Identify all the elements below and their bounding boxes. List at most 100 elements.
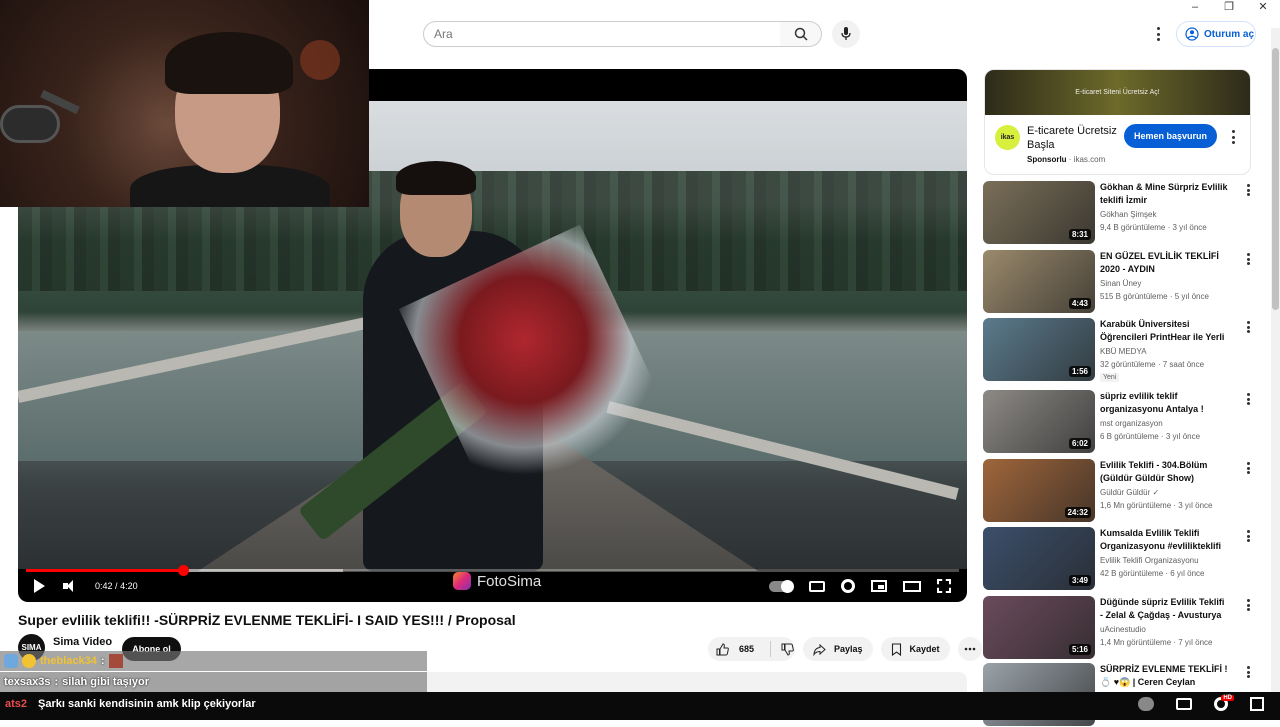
recommended-video-channel[interactable]: Güldür Güldür ✓ xyxy=(1100,488,1159,497)
time-total: 4:20 xyxy=(120,581,138,591)
hd-badge: HD xyxy=(1221,695,1234,701)
subtitles-icon[interactable] xyxy=(809,580,825,592)
time-separator: / xyxy=(115,581,118,591)
video-duration: 4:43 xyxy=(1068,298,1091,309)
recommended-video-channel[interactable]: Gökhan Şimşek xyxy=(1100,210,1156,219)
scrollbar-thumb[interactable] xyxy=(1272,48,1279,310)
video-menu-button[interactable] xyxy=(1244,599,1252,611)
more-horizontal-icon xyxy=(964,647,975,651)
search-input[interactable]: Ara xyxy=(423,21,781,47)
voice-search-button[interactable] xyxy=(832,20,860,48)
video-thumbnail[interactable]: 24:32 xyxy=(983,459,1095,522)
share-button[interactable]: Paylaş xyxy=(803,637,873,661)
video-duration: 5:16 xyxy=(1068,644,1091,655)
more-actions-button[interactable] xyxy=(957,637,982,661)
bottom-chat-username: ats2 xyxy=(5,698,28,710)
thumbs-up-icon[interactable] xyxy=(716,642,729,656)
autoplay-toggle[interactable] xyxy=(769,579,794,593)
signin-label: Oturum aç xyxy=(1204,28,1255,40)
video-duration: 8:31 xyxy=(1068,229,1091,240)
recommended-video-meta: 32 görüntüleme · 7 saat önce xyxy=(1100,360,1205,369)
gear-icon[interactable] xyxy=(841,579,855,593)
fullscreen-icon[interactable] xyxy=(937,579,951,593)
recommended-video[interactable]: 8:31 Gökhan & Mine Sürpriz Evlilik teklif… xyxy=(983,181,1253,245)
new-badge: Yeni xyxy=(1100,373,1120,382)
window-controls: – ❐ ✕ xyxy=(1178,0,1280,14)
sponsored-ad[interactable]: E-ticaret Siteni Ücretsiz Aç! ikas E-tic… xyxy=(984,69,1251,175)
ad-title[interactable]: E-ticarete Ücretsiz Başla xyxy=(1027,124,1117,152)
like-count[interactable]: 685 xyxy=(739,644,754,654)
ad-menu-button[interactable] xyxy=(1228,130,1238,144)
recommended-video-title[interactable]: Karabük Üniversitesi Öğrencileri PrintHe… xyxy=(1100,318,1228,344)
miniplayer-icon[interactable] xyxy=(871,580,887,592)
video-menu-button[interactable] xyxy=(1244,393,1252,405)
recommended-video-channel[interactable]: uAcinestudio xyxy=(1100,625,1146,634)
video-thumbnail[interactable]: 8:31 xyxy=(983,181,1095,244)
webcam-lamp xyxy=(300,40,340,80)
video-thumbnail[interactable]: 4:43 xyxy=(983,250,1095,313)
recommended-video-channel[interactable]: mst organizasyon xyxy=(1100,419,1163,428)
webcam-overlay xyxy=(0,0,369,207)
recommended-video-title[interactable]: Düğünde süpriz Evlilik Teklifi - Zelal &… xyxy=(1100,596,1228,622)
progress-bar[interactable] xyxy=(26,565,959,576)
ad-cta-button[interactable]: Hemen başvurun xyxy=(1124,124,1217,148)
pause-icon[interactable] xyxy=(1138,697,1154,711)
ad-meta: Sponsorlu · ikas.com xyxy=(1027,155,1105,164)
signin-button[interactable]: Oturum aç xyxy=(1176,21,1256,47)
webcam-microphone xyxy=(0,105,60,143)
save-button[interactable]: Kaydet xyxy=(880,637,950,661)
chat-emote-icon xyxy=(108,654,123,668)
recommended-video-title[interactable]: Kumsalda Evlilik Teklifi Organizasyonu #… xyxy=(1100,527,1228,553)
recommended-video[interactable]: 24:32 Evlilik Teklifi - 304.Bölüm (Güldür… xyxy=(983,459,1253,523)
chat-username: theblack34 xyxy=(40,655,97,667)
volume-icon[interactable] xyxy=(63,580,77,592)
video-menu-button[interactable] xyxy=(1244,666,1252,678)
account-icon xyxy=(1185,27,1199,41)
recommended-video-channel[interactable]: KBÜ MEDYA xyxy=(1100,347,1147,356)
search-button[interactable] xyxy=(780,21,822,47)
recommended-video-channel[interactable]: Sinan Üney xyxy=(1100,279,1141,288)
page-scrollbar[interactable] xyxy=(1271,28,1280,692)
exit-fullscreen-icon[interactable] xyxy=(1250,697,1264,711)
video-thumbnail[interactable]: 1:56 xyxy=(983,318,1095,381)
video-thumbnail[interactable]: 6:02 xyxy=(983,390,1095,453)
recommended-video-title[interactable]: EN GÜZEL EVLİLİK TEKLİFİ 2020 - AYDIN xyxy=(1100,250,1228,276)
recommended-video-title[interactable]: SÜRPRİZ EVLENME TEKLİFİ ! 💍 ♥😱 | Ceren C… xyxy=(1100,663,1228,689)
video-menu-button[interactable] xyxy=(1244,530,1252,542)
recommended-video-title[interactable]: Evlilik Teklifi - 304.Bölüm (Güldür Güld… xyxy=(1100,459,1228,485)
recommended-video-title[interactable]: süpriz evlilik teklif organizasyonu Anta… xyxy=(1100,390,1228,416)
play-icon[interactable] xyxy=(34,579,45,593)
recommended-video[interactable]: 4:43 EN GÜZEL EVLİLİK TEKLİFİ 2020 - AYDI… xyxy=(983,250,1253,314)
recommended-video-meta: 1,4 Mn görüntüleme · 7 yıl önce xyxy=(1100,638,1213,647)
video-menu-button[interactable] xyxy=(1244,184,1252,196)
restore-button[interactable]: ❐ xyxy=(1212,0,1246,14)
player-controls: 0:42 / 4:20 xyxy=(18,575,967,597)
recommended-video-meta: 515 B görüntüleme · 5 yıl önce xyxy=(1100,292,1209,301)
recommended-video-channel[interactable]: Evlilik Teklifi Organizasyonu xyxy=(1100,556,1199,565)
video-menu-button[interactable] xyxy=(1244,253,1252,265)
video-duration: 6:02 xyxy=(1068,438,1091,449)
webcam-person-hair xyxy=(165,32,293,94)
close-button[interactable]: ✕ xyxy=(1246,0,1280,14)
gear-icon[interactable]: HD xyxy=(1214,695,1234,711)
recommended-video[interactable]: 1:56 Karabük Üniversitesi Öğrencileri Pri… xyxy=(983,318,1253,382)
video-thumbnail[interactable]: 3:49 xyxy=(983,527,1095,590)
theater-mode-icon[interactable] xyxy=(903,580,921,592)
recommended-video-title[interactable]: Gökhan & Mine Sürpriz Evlilik teklifi İz… xyxy=(1100,181,1228,207)
minimize-button[interactable]: – xyxy=(1178,0,1212,14)
thumbs-down-icon[interactable] xyxy=(781,643,794,656)
video-menu-button[interactable] xyxy=(1244,462,1252,474)
ad-banner[interactable]: E-ticaret Siteni Ücretsiz Aç! xyxy=(985,70,1250,115)
like-divider xyxy=(770,641,772,657)
video-menu-button[interactable] xyxy=(1244,321,1252,333)
video-thumbnail[interactable]: 5:16 xyxy=(983,596,1095,659)
subtitles-icon[interactable] xyxy=(1176,698,1192,710)
recommended-video[interactable]: 6:02 süpriz evlilik teklif organizasyonu … xyxy=(983,390,1253,454)
chat-text: silah gibi taşıyor xyxy=(62,676,149,688)
settings-menu-button[interactable] xyxy=(1152,24,1164,44)
channel-name[interactable]: Sima Video xyxy=(53,636,112,648)
recommended-video-meta: 1,6 Mn görüntüleme · 3 yıl önce xyxy=(1100,501,1213,510)
recommended-video[interactable]: 3:49 Kumsalda Evlilik Teklifi Organizasyo… xyxy=(983,527,1253,591)
recommended-video[interactable]: 5:16 Düğünde süpriz Evlilik Teklifi - Zel… xyxy=(983,596,1253,660)
ad-meta-dot: · xyxy=(1068,155,1072,164)
